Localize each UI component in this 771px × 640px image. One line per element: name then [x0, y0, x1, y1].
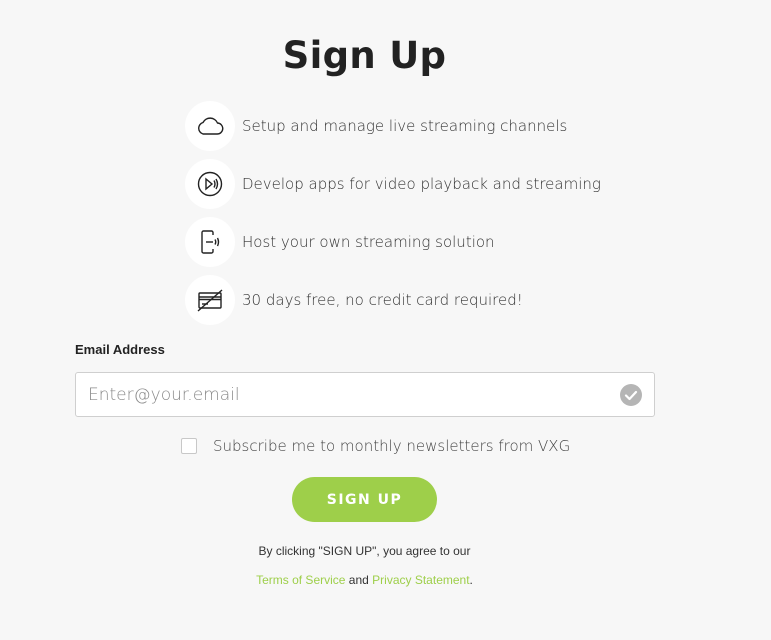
check-circle-icon — [620, 384, 642, 406]
legal-links: Terms of Service and Privacy Statement. — [0, 573, 729, 587]
end-punctuation: . — [469, 573, 473, 587]
agreement-sentence: By clicking "SIGN UP", you agree to our — [258, 544, 471, 558]
page-title: Sign Up — [282, 34, 447, 77]
feature-item-host: Host your own streaming solution — [185, 217, 495, 267]
feature-text: 30 days free, no credit card required! — [242, 291, 523, 309]
agreement-text: By clicking "SIGN UP", you agree to our — [0, 544, 729, 558]
subscribe-option: Subscribe me to monthly newsletters from… — [181, 437, 570, 455]
email-label: Email Address — [75, 342, 165, 357]
email-field-container — [75, 372, 655, 417]
feature-item-apps: Develop apps for video playback and stre… — [185, 159, 601, 209]
device-stream-icon — [185, 217, 235, 267]
terms-of-service-link[interactable]: Terms of Service — [256, 573, 345, 587]
email-field[interactable] — [76, 373, 608, 416]
no-credit-card-icon — [185, 275, 235, 325]
play-broadcast-icon — [185, 159, 235, 209]
subscribe-checkbox[interactable] — [181, 438, 197, 454]
and-text: and — [348, 573, 369, 587]
privacy-statement-link[interactable]: Privacy Statement — [372, 573, 469, 587]
feature-text: Develop apps for video playback and stre… — [242, 175, 601, 193]
sign-up-button[interactable]: SIGN UP — [292, 477, 437, 522]
feature-text: Host your own streaming solution — [242, 233, 495, 251]
cloud-icon — [185, 101, 235, 151]
subscribe-label[interactable]: Subscribe me to monthly newsletters from… — [213, 437, 570, 455]
feature-item-channels: Setup and manage live streaming channels — [185, 101, 567, 151]
feature-item-free: 30 days free, no credit card required! — [185, 275, 523, 325]
feature-text: Setup and manage live streaming channels — [242, 117, 568, 135]
